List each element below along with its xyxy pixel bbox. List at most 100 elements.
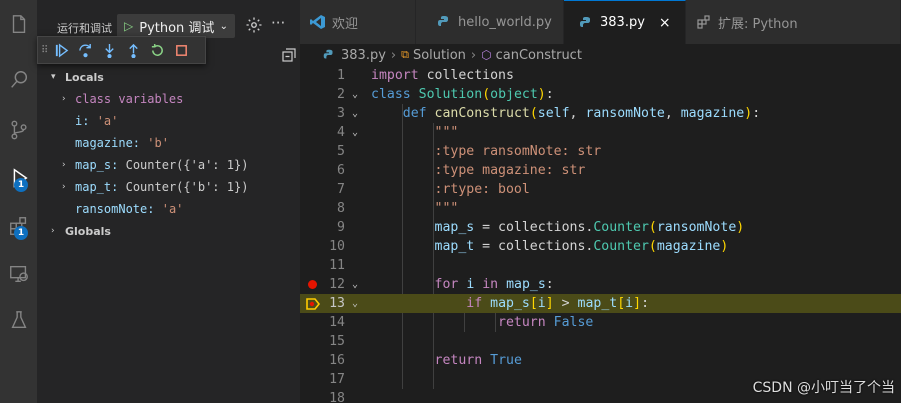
tab-hello-world[interactable]: hello_world.py [416, 0, 564, 44]
tab-383[interactable]: 383.py × [564, 0, 686, 44]
variable-name: i: [75, 114, 90, 128]
line-number: 16 [329, 353, 345, 368]
restart-button[interactable] [145, 38, 169, 62]
continue-button[interactable] [49, 38, 73, 62]
variable-value: 'a' [96, 114, 119, 128]
variable-name: magazine: [75, 136, 141, 150]
debug-toolbar: ⠿ [37, 36, 206, 64]
tab-label: 扩展: Python [718, 16, 798, 32]
current-code-line: 13 ⌄ if map_s[i] > map_t[i]: [300, 294, 901, 313]
line-number: 6 [337, 163, 345, 178]
variable-name: map_t: [75, 180, 119, 194]
line-number: 17 [329, 372, 345, 387]
stop-button[interactable] [169, 38, 193, 62]
tab-label: hello_world.py [458, 14, 552, 30]
line-number: 11 [329, 258, 345, 273]
code-line: 6 :type magazine: str [300, 161, 901, 180]
line-number: 1 [337, 68, 345, 83]
fold-chevron-icon[interactable]: ⌄ [352, 123, 358, 142]
step-out-button[interactable] [121, 38, 145, 62]
code-line: 8 """ [300, 199, 901, 218]
variable-row[interactable]: › map_s: Counter({'a': 1}) [37, 154, 300, 176]
extensions-badge: 1 [14, 226, 28, 240]
code-line: 11 [300, 256, 901, 275]
collapse-all-icon[interactable] [281, 47, 297, 63]
line-number: 8 [337, 201, 345, 216]
variable-value: Counter({'b': 1}) [125, 180, 249, 194]
variable-row[interactable]: i: 'a' [37, 110, 300, 132]
scope-label: Locals [65, 70, 104, 84]
class-icon: ⧉ [401, 48, 409, 61]
chevron-right-icon: › [61, 160, 67, 170]
breadcrumb-class[interactable]: Solution [413, 48, 466, 63]
start-debug-icon[interactable]: ▷ [124, 19, 133, 33]
chevron-right-icon: › [61, 182, 67, 192]
variable-value: 'b' [147, 136, 169, 150]
code-line: 4 ⌄ """ [300, 123, 901, 142]
search-icon[interactable] [0, 60, 37, 100]
step-over-icon [78, 43, 91, 57]
line-number: 18 [329, 391, 345, 403]
debug-config-select[interactable]: ▷ Python 调试 ⌄ [117, 14, 235, 38]
activity-bar: 1 1 [0, 0, 37, 403]
drag-handle-icon[interactable]: ⠿ [41, 45, 49, 56]
line-number: 14 [329, 315, 345, 330]
line-number: 12 [329, 277, 345, 292]
step-over-button[interactable] [73, 38, 97, 62]
variable-row[interactable]: › class variables [37, 88, 300, 110]
chevron-right-icon: › [61, 94, 67, 104]
watermark: CSDN @小叮当了个当 [752, 380, 895, 396]
variable-value: Counter({'a': 1}) [125, 158, 249, 172]
run-debug-sidebar: 运行和调试 ▷ Python 调试 ⌄ ··· ⠿ ▾ Locals › cla… [37, 0, 300, 403]
close-icon[interactable]: × [659, 15, 671, 31]
tab-extension-python[interactable]: 扩展: Python [686, 0, 901, 44]
scope-locals[interactable]: ▾ Locals [37, 66, 300, 88]
variable-row[interactable]: ransomNote: 'a' [37, 198, 300, 220]
remote-explorer-icon[interactable] [0, 254, 37, 294]
step-out-icon [128, 43, 138, 58]
testing-icon[interactable] [0, 300, 37, 340]
variable-value: 'a' [161, 202, 184, 216]
explorer-icon[interactable] [0, 4, 37, 44]
variable-row[interactable]: › map_t: Counter({'b': 1}) [37, 176, 300, 198]
variable-row[interactable]: magazine: 'b' [37, 132, 300, 154]
line-number: 5 [337, 144, 345, 159]
python-file-icon [580, 16, 590, 27]
fold-chevron-icon[interactable]: ⌄ [352, 275, 358, 294]
more-actions-icon[interactable]: ··· [271, 14, 285, 32]
line-number: 13 [329, 296, 345, 311]
chevron-down-icon: ▾ [51, 72, 56, 82]
tab-welcome[interactable]: 欢迎 [300, 0, 416, 44]
stop-icon [175, 44, 187, 56]
fold-chevron-icon[interactable]: ⌄ [352, 85, 358, 104]
chevron-right-icon: › [390, 47, 397, 63]
fold-chevron-icon[interactable]: ⌄ [352, 294, 358, 313]
fold-chevron-icon[interactable]: ⌄ [352, 104, 358, 123]
code-line: 16 return True [300, 351, 901, 370]
breadcrumb: 383.py › ⧉ Solution › ⬡ canConstruct [300, 44, 901, 66]
code-line: 7 :rtype: bool [300, 180, 901, 199]
python-file-icon [323, 49, 333, 59]
tab-label: 383.py [600, 15, 645, 30]
gear-icon[interactable] [245, 16, 263, 34]
breadcrumb-file[interactable]: 383.py [341, 48, 386, 63]
chevron-right-icon: › [51, 226, 55, 236]
tab-label: 欢迎 [332, 16, 359, 32]
variable-name: class variables [75, 92, 184, 106]
scope-globals[interactable]: › Globals [37, 220, 300, 242]
restart-icon [151, 43, 163, 56]
line-number: 2 [337, 87, 345, 102]
source-control-icon[interactable] [0, 110, 37, 150]
editor-area: 欢迎 hello_world.py 383.py × 扩展: Python 38… [300, 0, 901, 403]
line-number: 10 [329, 239, 345, 254]
code-line: 5 :type ransomNote: str [300, 142, 901, 161]
code-line: 14 return False [300, 313, 901, 332]
code-line: 9 map_s = collections.Counter(ransomNote… [300, 218, 901, 237]
code-line: 12 ⌄ for i in map_s: [300, 275, 901, 294]
step-into-button[interactable] [97, 38, 121, 62]
code-line: 15 [300, 332, 901, 351]
continue-icon [55, 42, 68, 58]
code-line: 2 ⌄ class Solution(object): [300, 85, 901, 104]
line-number: 4 [337, 125, 345, 140]
breadcrumb-method[interactable]: canConstruct [496, 48, 582, 63]
